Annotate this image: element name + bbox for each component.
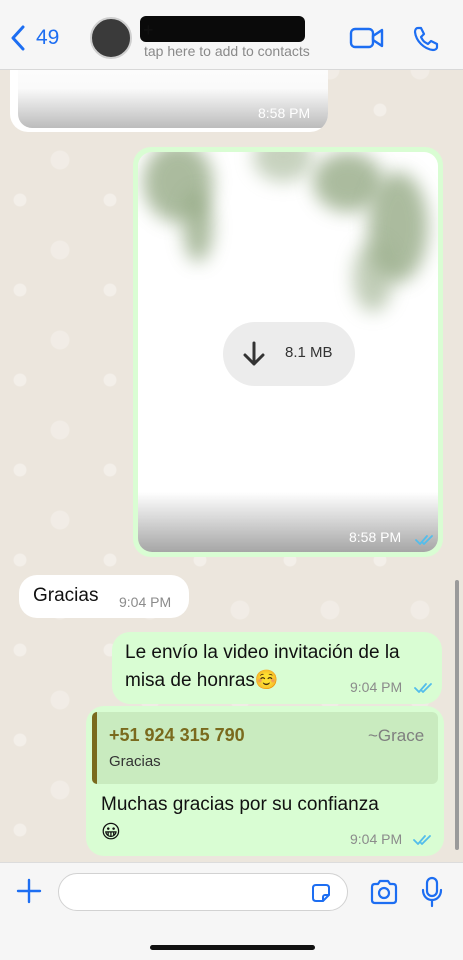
file-size: 8.1 MB [285,344,333,361]
quote-sender-name: ~Grace [368,726,425,745]
double-check-icon [415,535,433,545]
message-time: 9:04 PM [350,679,403,695]
phone-icon [413,26,439,52]
video-thumbnail[interactable]: 8.1 MB 8:58 PM [138,152,438,552]
attach-button[interactable] [16,878,42,909]
contact-name-redacted[interactable] [140,16,305,42]
scrollbar[interactable] [455,580,459,850]
message-time: 9:04 PM [119,594,172,610]
message-input[interactable] [58,873,348,911]
outgoing-video-bubble[interactable]: 8.1 MB 8:58 PM [133,147,443,557]
camera-icon [370,879,398,905]
voice-call-button[interactable] [412,25,440,53]
message-text-line-1: Muchas gracias por su confianza [101,794,379,815]
camera-button[interactable] [369,879,399,910]
video-camera-icon [349,27,384,49]
leaf-blur [183,192,213,262]
avatar[interactable] [90,17,132,59]
outgoing-text-bubble[interactable]: Le envío la video invitación de la misa … [112,632,442,704]
message-time: 8:58 PM [258,105,311,121]
microphone-button[interactable] [421,876,443,913]
contact-name-prefix: + [143,20,154,40]
incoming-text-bubble[interactable]: Gracias 9:04 PM [19,575,189,618]
chat-header: 49 + tap here to add to contacts [0,0,463,70]
quote-sender-phone: +51 924 315 790 [109,725,245,745]
message-time: 9:04 PM [350,831,403,847]
quote-text: Gracias [109,753,161,770]
sticker-icon [312,884,330,902]
contact-subtitle[interactable]: tap here to add to contacts [144,43,310,59]
message-time: 8:58 PM [349,529,402,545]
double-check-icon [413,835,431,845]
microphone-icon [421,876,443,908]
message-text-line-1: Le envío la video invitación de la [125,642,400,663]
sticker-button[interactable] [309,881,333,910]
double-check-icon [414,683,432,693]
quoted-message[interactable]: +51 924 315 790 ~Grace Gracias [92,712,438,784]
quote-accent-bar [92,712,97,784]
back-button[interactable]: 49 [10,25,59,51]
message-text-line-2: misa de honras☺️ [125,670,279,691]
home-indicator [150,945,315,950]
composer-bar [0,862,463,960]
unread-count: 49 [36,26,60,49]
plus-icon [16,878,42,904]
download-button[interactable]: 8.1 MB [223,322,355,386]
download-arrow-icon [243,341,265,366]
video-call-button[interactable] [349,26,385,50]
leaf-blur [253,152,313,182]
leaf-blur [353,242,393,312]
chevron-left-icon [11,25,25,51]
message-text-line-2: 😀 [101,822,121,843]
message-text: Gracias [33,585,99,606]
